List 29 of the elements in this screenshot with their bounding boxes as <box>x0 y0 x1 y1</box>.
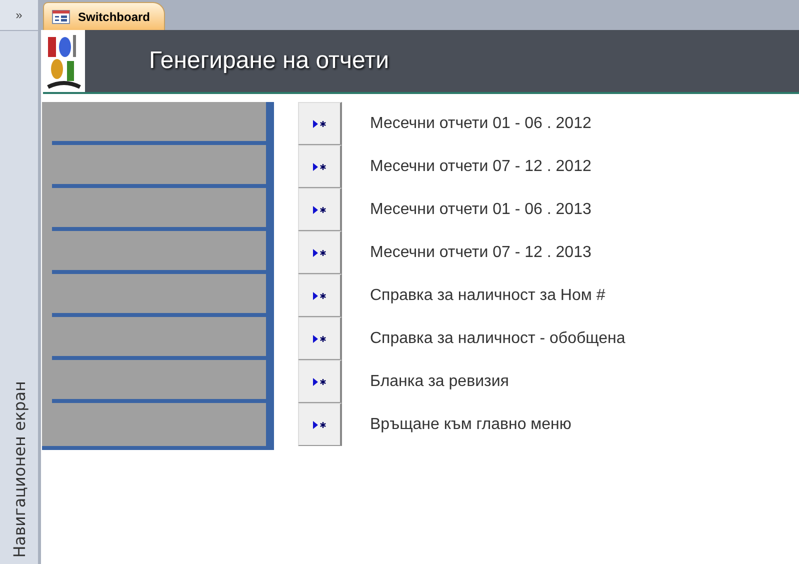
menu-item-button[interactable] <box>298 102 342 145</box>
menu-item-label[interactable]: Връщане към главно меню <box>370 416 572 434</box>
arrow-asterisk-icon <box>312 292 326 300</box>
form-icon <box>52 10 70 24</box>
expand-button[interactable]: » <box>0 0 38 31</box>
arrow-asterisk-icon <box>312 378 326 386</box>
menu-item-label[interactable]: Справка за наличност - обобщена <box>370 330 626 348</box>
menu-item-button[interactable] <box>298 317 342 360</box>
document-tab[interactable]: Switchboard <box>43 2 166 30</box>
menu-item-label[interactable]: Месечни отчети 07 - 12 . 2012 <box>370 158 592 176</box>
menu-item-label[interactable]: Месечни отчети 01 - 06 . 2013 <box>370 200 592 218</box>
menu-item-button[interactable] <box>298 403 342 446</box>
arrow-asterisk-icon <box>312 162 326 170</box>
menu-item-label[interactable]: Справка за наличност за Ном # <box>370 286 606 304</box>
menu-item-label[interactable]: Месечни отчети 01 - 06 . 2012 <box>370 114 592 132</box>
arrow-asterisk-icon <box>312 120 326 128</box>
navigation-pane-title: Навигационен екран <box>10 381 28 558</box>
arrow-asterisk-icon <box>312 206 326 214</box>
arrow-asterisk-icon <box>312 420 326 428</box>
arrow-asterisk-icon <box>312 248 326 256</box>
menu-item-button[interactable] <box>298 360 342 403</box>
menu-item-button[interactable] <box>298 188 342 231</box>
menu-item-label[interactable]: Бланка за ревизия <box>370 372 509 390</box>
header-title: Генегиране на отчети <box>149 47 389 75</box>
menu-item-button[interactable] <box>298 274 342 317</box>
menu-item-label[interactable]: Месечни отчети 07 - 12 . 2013 <box>370 244 592 262</box>
menu-item-button[interactable] <box>298 145 342 188</box>
menu-item-button[interactable] <box>298 231 342 274</box>
arrow-asterisk-icon <box>312 334 326 342</box>
